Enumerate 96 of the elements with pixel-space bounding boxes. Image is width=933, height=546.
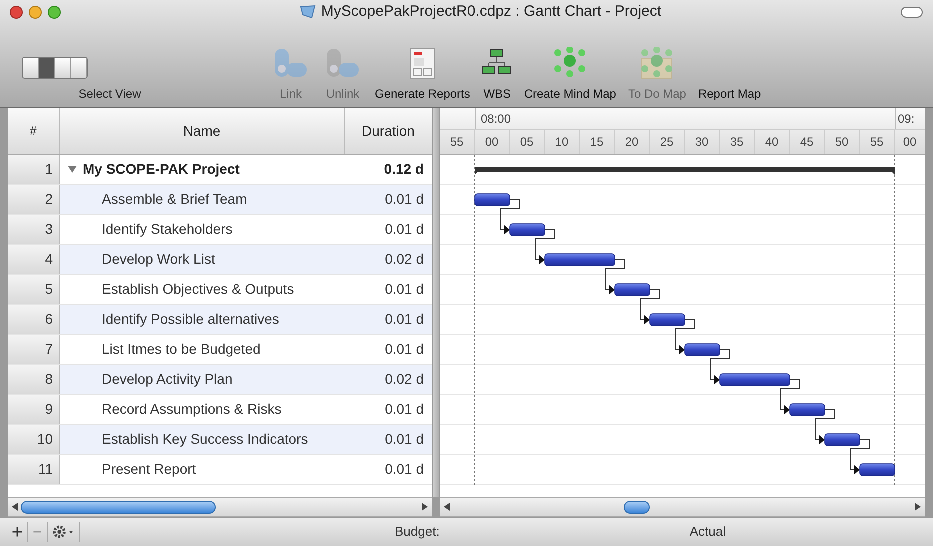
- task-duration: 0.01 d: [384, 340, 425, 359]
- minute-label: 10: [545, 130, 580, 154]
- scroll-thumb[interactable]: [624, 500, 650, 514]
- row-number: 2: [8, 185, 60, 214]
- task-name: My SCOPE-PAK Project: [83, 160, 240, 179]
- dependency-arrow: [606, 260, 626, 295]
- row-number: 6: [8, 305, 60, 334]
- dependency-arrow: [780, 380, 800, 415]
- minute-label: 05: [510, 130, 545, 154]
- actual-label: Actual: [690, 523, 726, 542]
- toolbar-button[interactable]: Report Map: [692, 47, 768, 103]
- row-number: 7: [8, 335, 60, 364]
- task-name: Identify Possible alternatives: [102, 310, 280, 329]
- row-number: 10: [8, 425, 60, 454]
- task-bar[interactable]: [860, 464, 896, 476]
- column-header[interactable]: Duration: [345, 108, 432, 154]
- scroll-right-icon[interactable]: [422, 503, 428, 511]
- document-icon: [300, 5, 316, 19]
- dependency-arrow: [850, 440, 870, 475]
- budget-label: Budget:: [395, 523, 440, 542]
- minute-label: 50: [825, 130, 860, 154]
- task-name: Assemble & Brief Team: [102, 190, 248, 209]
- minute-label: 45: [790, 130, 825, 154]
- task-bar[interactable]: [684, 344, 720, 356]
- minute-label: 55: [440, 130, 475, 154]
- task-name: Establish Objectives & Outputs: [102, 280, 294, 299]
- row-number: 4: [8, 245, 60, 274]
- task-duration: 0.01 d: [384, 400, 425, 419]
- minute-label: 00: [475, 130, 510, 154]
- task-duration: 0.01 d: [384, 460, 425, 479]
- row-number: 8: [8, 365, 60, 394]
- task-duration: 0.01 d: [384, 310, 425, 329]
- task-bar[interactable]: [824, 434, 860, 446]
- row-number: 1: [8, 155, 60, 184]
- view-segment[interactable]: [55, 58, 71, 78]
- minimize-window-icon[interactable]: [29, 6, 42, 18]
- toolbar-button[interactable]: Generate Reports: [369, 47, 476, 103]
- hour-label: 08:00: [475, 108, 895, 129]
- horizontal-scrollbar[interactable]: [8, 497, 432, 517]
- row-number: 3: [8, 215, 60, 244]
- task-duration: 0.02 d: [384, 250, 425, 269]
- row-number: 9: [8, 395, 60, 424]
- disclosure-triangle-icon[interactable]: [68, 165, 77, 174]
- horizontal-scrollbar[interactable]: [440, 497, 925, 517]
- row-number: 11: [8, 455, 60, 484]
- view-selector[interactable]: [22, 57, 88, 79]
- task-name: Develop Work List: [102, 250, 216, 269]
- minute-label: 35: [720, 130, 755, 154]
- toolbar-label: Select View: [78, 86, 142, 103]
- task-duration: 0.01 d: [384, 430, 425, 449]
- dependency-arrow: [676, 320, 696, 355]
- scroll-left-icon[interactable]: [444, 503, 450, 511]
- task-name: Present Report: [102, 460, 196, 479]
- task-bar[interactable]: [650, 314, 686, 326]
- row-number: 5: [8, 275, 60, 304]
- column-header[interactable]: Name: [60, 108, 345, 154]
- minute-label: 00: [902, 134, 918, 151]
- task-bar[interactable]: [474, 194, 510, 206]
- task-duration: 0.12 d: [383, 160, 425, 179]
- toolbar-toggle-button[interactable]: [901, 6, 923, 18]
- dependency-arrow: [536, 230, 556, 265]
- task-duration: 0.01 d: [384, 190, 425, 209]
- view-segment[interactable]: [23, 58, 39, 78]
- dependency-arrow: [816, 410, 836, 445]
- summary-bar[interactable]: [475, 167, 895, 175]
- task-duration: 0.02 d: [384, 370, 425, 389]
- task-name: List Itmes to be Budgeted: [102, 340, 261, 359]
- task-duration: 0.01 d: [384, 280, 425, 299]
- task-bar[interactable]: [510, 224, 546, 236]
- view-segment[interactable]: [71, 58, 87, 78]
- toolbar-button[interactable]: Create Mind Map: [518, 47, 622, 103]
- minute-label: 30: [685, 130, 720, 154]
- close-window-icon[interactable]: [10, 6, 23, 18]
- minute-label: 25: [650, 130, 685, 154]
- dependency-arrow: [500, 200, 520, 235]
- task-bar[interactable]: [614, 284, 650, 296]
- report-page-icon: [408, 47, 438, 81]
- dependency-arrow: [710, 350, 730, 385]
- task-bar[interactable]: [790, 404, 826, 416]
- task-name: Develop Activity Plan: [102, 370, 233, 389]
- minute-label: 55: [860, 130, 895, 154]
- scroll-right-icon[interactable]: [915, 503, 921, 511]
- scroll-thumb[interactable]: [21, 500, 216, 514]
- view-segment[interactable]: [39, 58, 55, 78]
- minute-label: 20: [615, 130, 650, 154]
- zoom-window-icon[interactable]: [48, 6, 61, 18]
- dependency-arrow: [640, 290, 660, 325]
- task-name: Record Assumptions & Risks: [102, 400, 282, 419]
- task-name: Establish Key Success Indicators: [102, 430, 308, 449]
- task-duration: 0.01 d: [384, 220, 425, 239]
- window-title: MyScopePakProjectR0.cdpz : Gantt Chart - Project: [321, 2, 662, 22]
- column-header[interactable]: #: [8, 108, 60, 154]
- task-name: Identify Stakeholders: [102, 220, 233, 239]
- minute-label: 40: [755, 130, 790, 154]
- minute-label: 15: [580, 130, 615, 154]
- toolbar-button[interactable]: WBS: [476, 47, 518, 103]
